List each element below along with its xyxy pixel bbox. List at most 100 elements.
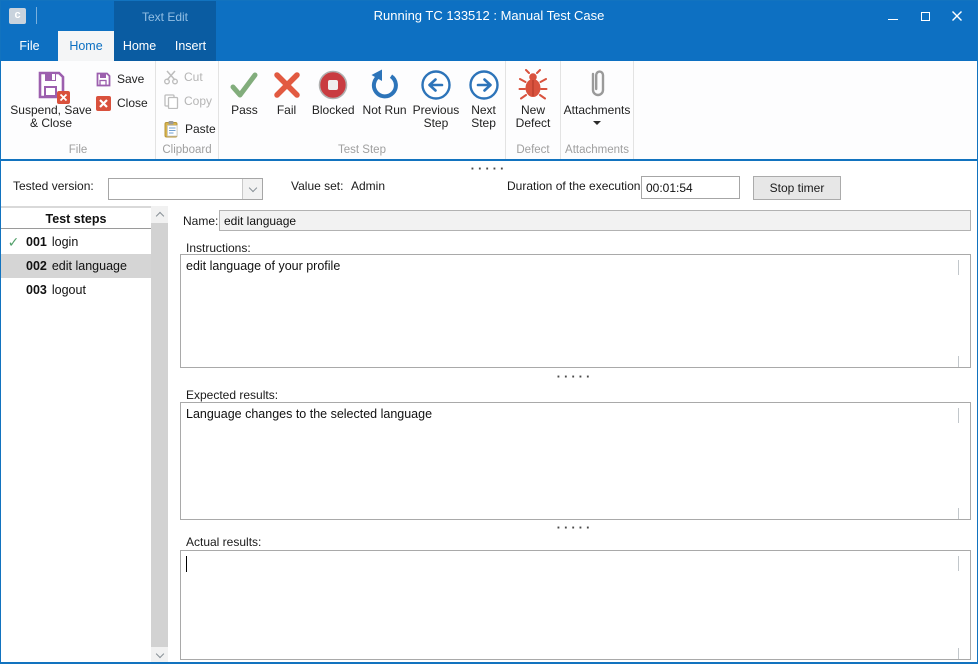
- text-cursor: [186, 556, 187, 572]
- execution-bar: ····· Tested version: Value set: Admin D…: [1, 163, 977, 206]
- copy-button[interactable]: Copy: [163, 89, 218, 113]
- fail-x-icon: [271, 69, 303, 101]
- app-icon[interactable]: c: [9, 8, 26, 24]
- name-input[interactable]: [219, 210, 971, 231]
- ribbon-group-test-step: Pass Fail: [219, 61, 506, 159]
- instructions-splitter-grip[interactable]: ·····: [557, 373, 594, 381]
- chevron-down-icon: [958, 356, 959, 368]
- textarea-scroll-up[interactable]: [958, 556, 966, 564]
- save-icon: [95, 71, 112, 88]
- suspend-save-close-label: Suspend, Save & Close: [7, 104, 95, 130]
- new-defect-label: New Defect: [507, 104, 559, 130]
- next-step-icon: [467, 68, 501, 102]
- paste-icon: [163, 120, 180, 138]
- actual-results-label: Actual results:: [186, 535, 261, 549]
- expected-splitter-grip[interactable]: ·····: [557, 524, 594, 532]
- textarea-scroll-down[interactable]: [958, 648, 966, 656]
- textarea-scroll-down[interactable]: [958, 356, 966, 364]
- suspend-save-close-button[interactable]: Suspend, Save & Close: [7, 61, 95, 130]
- actual-results-textarea[interactable]: [180, 550, 971, 660]
- name-label: Name:: [183, 214, 218, 228]
- close-red-icon: [95, 95, 112, 112]
- expected-results-label: Expected results:: [186, 388, 278, 402]
- application-window: c Running TC 133512 : Manual Test Case F…: [0, 0, 978, 664]
- attachments-label: Attachments: [564, 104, 631, 117]
- instructions-label: Instructions:: [186, 241, 251, 255]
- duration-label: Duration of the execution:: [507, 179, 644, 193]
- qat-separator: [36, 7, 37, 24]
- close-window-button[interactable]: [941, 1, 973, 31]
- tested-version-label: Tested version:: [13, 179, 94, 193]
- not-run-label: Not Run: [363, 104, 407, 117]
- blocked-button[interactable]: Blocked: [307, 61, 359, 130]
- group-label-clipboard: Clipboard: [156, 144, 218, 156]
- chevron-down-icon: [958, 508, 959, 520]
- attachments-dropdown-icon[interactable]: [593, 121, 601, 125]
- ribbon-group-file: Suspend, Save & Close Save: [1, 61, 156, 159]
- not-run-button[interactable]: Not Run: [359, 61, 409, 130]
- close-badge-icon: [57, 91, 70, 104]
- group-label-attachments: Attachments: [561, 144, 633, 156]
- blocked-label: Blocked: [312, 104, 355, 117]
- test-step-row[interactable]: 003logout: [1, 278, 151, 302]
- expected-results-textarea[interactable]: Language changes to the selected languag…: [180, 402, 971, 520]
- next-step-button[interactable]: Next Step: [462, 61, 505, 130]
- tested-version-dropdown-button[interactable]: [242, 179, 262, 199]
- tab-file[interactable]: File: [1, 31, 58, 61]
- textarea-scroll-up[interactable]: [958, 260, 966, 268]
- save-label: Save: [117, 72, 144, 86]
- test-steps-list: ✓001login002edit language003logout: [1, 230, 151, 664]
- blocked-stop-icon: [316, 68, 350, 102]
- scroll-down-button[interactable]: [151, 647, 168, 664]
- close-button[interactable]: Close: [95, 91, 148, 115]
- value-set-value: Admin: [351, 179, 385, 193]
- minimize-button[interactable]: [877, 1, 909, 31]
- ribbon-group-defect: New Defect Defect: [506, 61, 561, 159]
- test-step-row[interactable]: 002edit language: [1, 254, 151, 278]
- chevron-up-icon: [958, 260, 959, 275]
- ribbon-splitter-grip[interactable]: ·····: [471, 165, 508, 173]
- test-step-row[interactable]: ✓001login: [1, 230, 151, 254]
- not-run-undo-icon: [368, 68, 402, 102]
- tab-ctx-insert[interactable]: Insert: [165, 31, 216, 61]
- previous-step-label: Previous Step: [410, 104, 462, 130]
- attachments-button[interactable]: Attachments: [561, 61, 633, 125]
- test-steps-panel: Test steps ✓001login002edit language003l…: [1, 206, 168, 664]
- copy-icon: [163, 93, 179, 109]
- contextual-tab-group: Text Edit Home Insert: [114, 1, 216, 61]
- stop-timer-button[interactable]: Stop timer: [753, 176, 841, 200]
- ribbon-group-clipboard: Cut Copy Paste: [156, 61, 219, 159]
- maximize-button[interactable]: [909, 1, 941, 31]
- step-name: edit language: [52, 259, 127, 273]
- cut-button[interactable]: Cut: [163, 65, 218, 89]
- test-steps-scrollbar[interactable]: [151, 206, 168, 664]
- save-button[interactable]: Save: [95, 67, 148, 91]
- tab-home-active[interactable]: Home: [58, 31, 114, 61]
- duration-input[interactable]: [641, 176, 740, 199]
- close-label: Close: [117, 96, 148, 110]
- chevron-down-icon: [155, 650, 163, 658]
- step-passed-check-icon: ✓: [1, 234, 26, 251]
- paste-button[interactable]: Paste: [163, 117, 218, 141]
- chevron-up-icon: [155, 212, 163, 220]
- pass-button[interactable]: Pass: [223, 61, 266, 130]
- tab-ctx-home[interactable]: Home: [114, 31, 165, 61]
- copy-label: Copy: [184, 94, 212, 108]
- maximize-icon: [921, 12, 930, 21]
- fail-button[interactable]: Fail: [266, 61, 307, 130]
- fail-label: Fail: [277, 104, 296, 117]
- next-step-label: Next Step: [462, 104, 505, 130]
- textarea-scroll-up[interactable]: [958, 408, 966, 416]
- scroll-up-button[interactable]: [151, 206, 168, 223]
- tested-version-combobox[interactable]: [108, 178, 263, 200]
- paperclip-icon: [584, 68, 610, 102]
- previous-step-button[interactable]: Previous Step: [410, 61, 462, 130]
- expected-results-text: Language changes to the selected languag…: [186, 407, 432, 421]
- instructions-textarea[interactable]: edit language of your profile: [180, 254, 971, 368]
- new-defect-button[interactable]: New Defect: [507, 61, 559, 130]
- step-number: 003: [26, 283, 47, 297]
- textarea-scroll-down[interactable]: [958, 508, 966, 516]
- step-name: login: [52, 235, 78, 249]
- value-set-label: Value set:: [291, 179, 343, 193]
- group-label-test-step: Test Step: [219, 144, 505, 156]
